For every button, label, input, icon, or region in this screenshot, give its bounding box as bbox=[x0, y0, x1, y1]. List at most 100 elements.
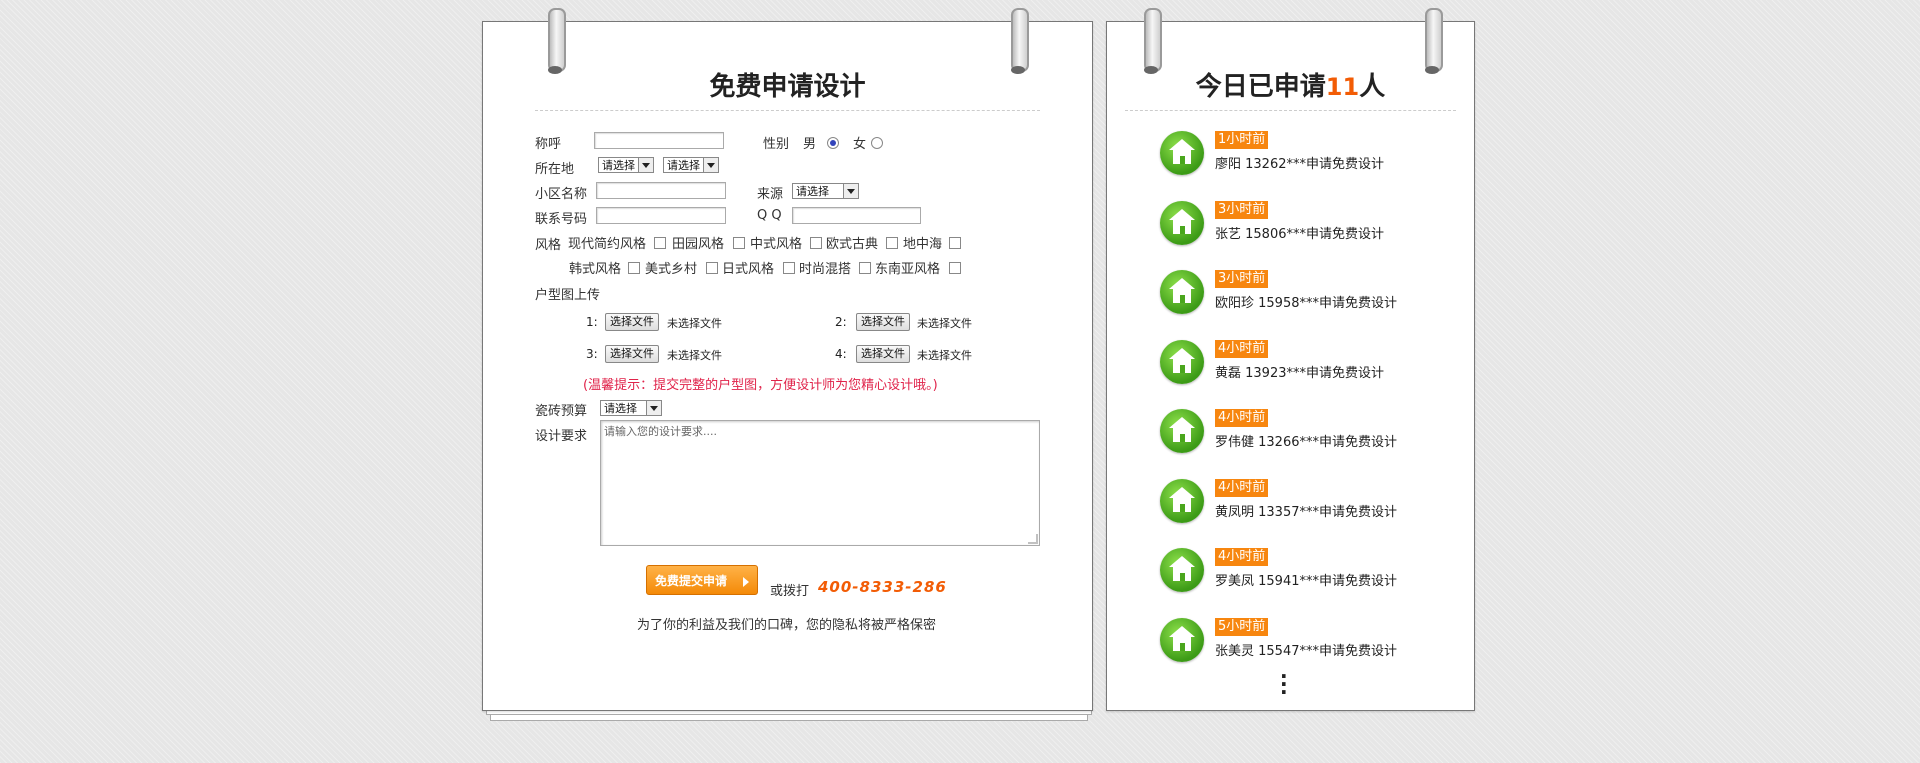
applicant-text: 欧阳珍 15958***申请免费设计 bbox=[1215, 296, 1397, 311]
city-select-value: 请选择 bbox=[667, 159, 700, 172]
applicant-list-item: 4小时前黄磊 13923***申请免费设计 bbox=[1160, 339, 1460, 396]
upload-3-button[interactable]: 选择文件 bbox=[605, 345, 659, 363]
applicant-list-item: 5小时前张美灵 15547***申请免费设计 bbox=[1160, 617, 1460, 674]
upload-3-status: 未选择文件 bbox=[667, 349, 722, 362]
style-option-checkbox[interactable] bbox=[733, 237, 745, 249]
time-badge: 5小时前 bbox=[1215, 617, 1269, 636]
upload-4-button[interactable]: 选择文件 bbox=[856, 345, 910, 363]
upload-tip: (温馨提示：提交完整的户型图，方便设计师为您精心设计哦。) bbox=[583, 378, 938, 393]
upload-3-number: 3: bbox=[586, 347, 598, 361]
arrow-right-icon bbox=[743, 577, 749, 587]
style-option-checkbox[interactable] bbox=[949, 237, 961, 249]
house-icon bbox=[1160, 409, 1204, 453]
chevron-down-icon bbox=[703, 158, 718, 172]
applicant-list-item: 4小时前黄凤明 13357***申请免费设计 bbox=[1160, 478, 1460, 535]
chevron-down-icon bbox=[843, 184, 858, 198]
applicant-list-item: 4小时前 罗伟健 13266***申请免费设计 bbox=[1160, 409, 1460, 465]
style-option-label: 田园风格 bbox=[672, 237, 725, 252]
time-badge: 4小时前 bbox=[1215, 339, 1269, 358]
province-select-value: 请选择 bbox=[602, 159, 635, 172]
requirement-textarea[interactable]: 请输入您的设计要求.... bbox=[600, 420, 1040, 546]
style-option-checkbox[interactable] bbox=[886, 237, 898, 249]
applicant-text: 张艺 15806***申请免费设计 bbox=[1215, 226, 1384, 242]
more-icon[interactable]: · · · bbox=[1280, 666, 1288, 702]
time-badge: 1小时前 bbox=[1215, 131, 1269, 149]
house-icon bbox=[1160, 200, 1204, 245]
requirement-placeholder: 请输入您的设计要求.... bbox=[604, 425, 717, 438]
house-icon bbox=[1160, 270, 1204, 314]
upload-1-status: 未选择文件 bbox=[667, 317, 722, 330]
applicant-list-item: 4小时前 罗美凤 15941***申请免费设计 bbox=[1160, 548, 1460, 604]
applicant-text: 黄凤明 13357***申请免费设计 bbox=[1215, 504, 1397, 520]
budget-select[interactable]: 请选择 bbox=[600, 400, 662, 416]
source-select-value: 请选择 bbox=[796, 185, 829, 198]
style-option-label: 欧式古典 bbox=[826, 237, 879, 252]
time-badge: 4小时前 bbox=[1215, 409, 1269, 427]
style-option-checkbox[interactable] bbox=[783, 262, 795, 274]
province-select[interactable]: 请选择 bbox=[598, 157, 654, 173]
location-label: 所在地 bbox=[535, 162, 575, 177]
style-option-label: 美式乡村 bbox=[645, 262, 698, 277]
style-option-label: 时尚混搭 bbox=[799, 262, 852, 277]
upload-2-number: 2: bbox=[835, 315, 847, 329]
style-option-checkbox[interactable] bbox=[810, 237, 822, 249]
gender-female-label: 女 bbox=[853, 137, 867, 152]
budget-label: 瓷砖预算 bbox=[535, 404, 588, 419]
style-option-checkbox[interactable] bbox=[949, 262, 961, 274]
source-label: 来源 bbox=[757, 187, 784, 202]
phone-label: 联系号码 bbox=[535, 212, 588, 227]
upload-1-button[interactable]: 选择文件 bbox=[605, 313, 659, 331]
city-select[interactable]: 请选择 bbox=[663, 157, 719, 173]
applicants-title-prefix: 今日已申请 bbox=[1195, 72, 1326, 102]
title-divider bbox=[535, 110, 1040, 111]
applicants-title: 今日已申请11人 bbox=[1107, 66, 1474, 103]
submit-button[interactable]: 免费提交申请 bbox=[646, 565, 758, 595]
applicants-count: 11 bbox=[1325, 73, 1360, 101]
house-icon bbox=[1160, 617, 1204, 662]
style-option-checkbox[interactable] bbox=[859, 262, 871, 274]
style-option-label: 现代简约风格 bbox=[568, 237, 647, 252]
upload-2-button[interactable]: 选择文件 bbox=[856, 313, 910, 331]
form-title: 免费申请设计 bbox=[709, 72, 866, 102]
style-option-checkbox[interactable] bbox=[706, 262, 718, 274]
requirement-label: 设计要求 bbox=[535, 429, 588, 444]
time-badge: 4小时前 bbox=[1215, 548, 1269, 566]
style-label: 风格 bbox=[535, 238, 562, 253]
gender-female-radio[interactable] bbox=[871, 137, 883, 149]
house-icon bbox=[1160, 131, 1204, 175]
binder-ring-icon bbox=[1011, 8, 1029, 74]
applicant-list-item: 1小时前 廖阳 13262***申请免费设计 bbox=[1160, 131, 1460, 187]
community-label: 小区名称 bbox=[535, 187, 588, 202]
style-option-label: 东南亚风格 bbox=[875, 262, 941, 277]
salutation-label: 称呼 bbox=[535, 137, 562, 152]
applicant-text: 张美灵 15547***申请免费设计 bbox=[1215, 643, 1397, 659]
qq-input[interactable] bbox=[792, 207, 921, 224]
applicants-title-suffix: 人 bbox=[1359, 72, 1386, 102]
community-input[interactable] bbox=[596, 182, 726, 199]
house-icon bbox=[1160, 548, 1204, 592]
or-call-text: 或拨打 bbox=[770, 584, 810, 599]
binder-ring-icon bbox=[1425, 8, 1443, 74]
time-badge: 3小时前 bbox=[1215, 270, 1269, 288]
apply-form-card: 免费申请设计 bbox=[482, 8, 1093, 711]
style-option-checkbox[interactable] bbox=[628, 262, 640, 274]
title-divider bbox=[1125, 110, 1456, 111]
style-option-checkbox[interactable] bbox=[654, 237, 666, 249]
gender-male-radio[interactable] bbox=[827, 137, 839, 149]
resize-grip-icon[interactable] bbox=[1028, 534, 1038, 544]
chevron-down-icon bbox=[638, 158, 653, 172]
hotline-number: 400-8333-286 bbox=[818, 578, 947, 596]
time-badge: 3小时前 bbox=[1215, 200, 1269, 219]
source-select[interactable]: 请选择 bbox=[792, 183, 859, 199]
upload-2-status: 未选择文件 bbox=[917, 317, 972, 330]
gender-male-label: 男 bbox=[803, 137, 817, 152]
applicant-text: 黄磊 13923***申请免费设计 bbox=[1215, 365, 1384, 381]
budget-select-value: 请选择 bbox=[604, 402, 637, 415]
salutation-input[interactable] bbox=[594, 132, 724, 149]
house-icon bbox=[1160, 339, 1204, 384]
floorplan-label: 户型图上传 bbox=[535, 288, 601, 303]
phone-input[interactable] bbox=[596, 207, 726, 224]
time-badge: 4小时前 bbox=[1215, 478, 1269, 497]
upload-4-number: 4: bbox=[835, 347, 847, 361]
style-option-label: 日式风格 bbox=[722, 262, 775, 277]
